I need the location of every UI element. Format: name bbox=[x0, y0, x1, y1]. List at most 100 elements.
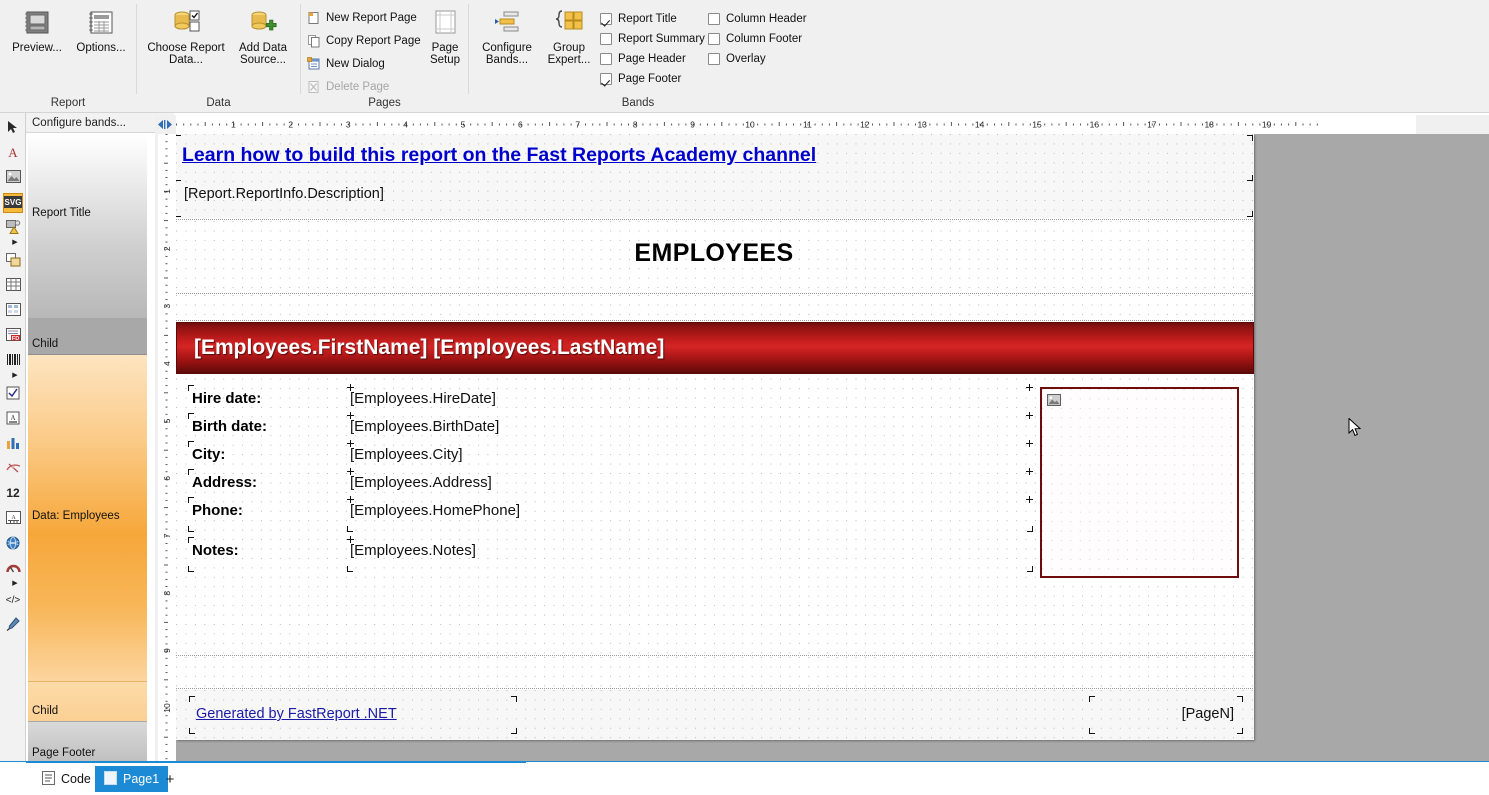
checkbox-report-summary[interactable]: Report Summary bbox=[600, 31, 705, 47]
field-label-address[interactable]: Address: bbox=[188, 469, 342, 498]
report-title-checkbox-box[interactable] bbox=[600, 13, 612, 25]
group-expert-button[interactable]: Group Expert... bbox=[542, 4, 596, 66]
field-value-phone[interactable]: [Employees.HomePhone] bbox=[347, 496, 1033, 532]
subreport-tool[interactable] bbox=[3, 251, 23, 271]
checkbox-column-header[interactable]: Column Header bbox=[708, 11, 807, 27]
academy-link-text[interactable]: Learn how to build this report on the Fa… bbox=[182, 144, 816, 167]
footer-link-object[interactable]: Generated by FastReport .NET bbox=[189, 696, 517, 734]
band-report-title[interactable]: Report Title bbox=[28, 133, 147, 318]
tab-page1[interactable]: Page1 bbox=[95, 766, 169, 792]
new-report-page-button[interactable]: New Report Page bbox=[307, 9, 417, 26]
field-label-city[interactable]: City: bbox=[188, 441, 342, 470]
checkbox-icon bbox=[6, 386, 20, 403]
gauge-tool-dropdown[interactable]: ▶ bbox=[11, 580, 19, 588]
ribbon-group-data-caption: Data bbox=[206, 97, 231, 109]
barcode-tool-dropdown[interactable]: ▶ bbox=[11, 372, 19, 380]
configure-bands-button[interactable]: Configure Bands... bbox=[476, 4, 538, 66]
footer-page-number-object[interactable]: [PageN] bbox=[1089, 696, 1243, 734]
barcode-icon bbox=[6, 353, 21, 369]
band-page-footer[interactable]: Page Footer bbox=[28, 721, 147, 763]
add-data-source-button[interactable]: Add Data Source... bbox=[232, 4, 294, 66]
canvas-band-page-footer[interactable]: Generated by FastReport .NET [PageN] bbox=[176, 690, 1254, 740]
canvas-band-child-spacer[interactable] bbox=[176, 657, 1254, 687]
field-value-address[interactable]: [Employees.Address] bbox=[347, 468, 1033, 498]
svg-tool[interactable]: SVG bbox=[3, 193, 23, 213]
field-label-phone[interactable]: Phone: bbox=[188, 497, 342, 532]
barcode-tool[interactable] bbox=[3, 351, 23, 371]
canvas-band-child-title[interactable]: EMPLOYEES bbox=[176, 221, 1254, 292]
shape-tool-dropdown[interactable]: ▶ bbox=[11, 239, 19, 247]
svg-text:1: 1 bbox=[162, 189, 172, 194]
checkbox-page-footer[interactable]: Page Footer bbox=[600, 71, 681, 87]
picture-tool[interactable] bbox=[3, 168, 23, 188]
checkbox-tool[interactable] bbox=[3, 384, 23, 404]
employee-name-band-object[interactable]: [Employees.FirstName] [Employees.LastNam… bbox=[176, 322, 1254, 374]
new-dialog-button[interactable]: New Dialog bbox=[307, 55, 385, 72]
digits-tool[interactable]: 12 bbox=[3, 484, 23, 504]
band-child-1[interactable]: Child bbox=[28, 318, 147, 355]
line-tool[interactable]: A bbox=[3, 409, 23, 429]
gauge-linear-tool[interactable] bbox=[3, 559, 23, 579]
field-label-hire-date[interactable]: Hire date: bbox=[188, 385, 342, 414]
copy-report-page-button[interactable]: Copy Report Page bbox=[307, 32, 421, 49]
tab-code[interactable]: Code bbox=[33, 766, 100, 792]
checkbox-report-title[interactable]: Report Title bbox=[600, 11, 677, 27]
band-child-2[interactable]: Child bbox=[28, 681, 147, 721]
canvas-band-data-employees[interactable]: [Employees.FirstName] [Employees.LastNam… bbox=[176, 322, 1254, 654]
matrix-icon bbox=[5, 303, 21, 319]
overlay-checkbox-box[interactable] bbox=[708, 53, 720, 65]
ribbon-toolbar: Preview... Options... Report Choose Repo… bbox=[0, 0, 1489, 113]
design-workspace[interactable]: Learn how to build this report on the Fa… bbox=[176, 134, 1489, 761]
configure-bands-link[interactable]: Configure bands... bbox=[26, 117, 126, 129]
page-header-checkbox-box[interactable] bbox=[600, 53, 612, 65]
zipcode-tool[interactable]: A bbox=[3, 509, 23, 529]
field-value-birth-date-text: [Employees.BirthDate] bbox=[350, 418, 500, 435]
checkbox-overlay[interactable]: Overlay bbox=[708, 51, 766, 67]
field-label-notes[interactable]: Notes: bbox=[188, 537, 342, 572]
add-page-tab-button[interactable]: + bbox=[160, 766, 180, 792]
preview-button[interactable]: Preview... bbox=[8, 4, 66, 54]
academy-link-object[interactable]: Learn how to build this report on the Fa… bbox=[176, 135, 1253, 181]
field-label-birth-date[interactable]: Birth date: bbox=[188, 413, 342, 442]
employee-photo-placeholder[interactable] bbox=[1040, 387, 1239, 578]
vertical-ruler[interactable]: 1 2 3 4 5 6 7 8 9 10 bbox=[155, 134, 176, 761]
canvas-band-report-title[interactable]: Learn how to build this report on the Fa… bbox=[176, 134, 1254, 218]
choose-report-data-button[interactable]: Choose Report Data... bbox=[144, 4, 228, 66]
gauge-tool[interactable] bbox=[3, 459, 23, 479]
delete-page-button[interactable]: Delete Page bbox=[307, 78, 389, 95]
text-tool[interactable]: A bbox=[3, 143, 23, 163]
shape-tool[interactable] bbox=[3, 218, 23, 238]
ruler-collapse-icon[interactable] bbox=[155, 118, 175, 131]
html-tool[interactable]: </> bbox=[3, 590, 23, 610]
horizontal-ruler[interactable]: 1 2 3 4 5 6 7 8 9 10 11 12 13 14 15 16 17 18 19 bbox=[155, 115, 1489, 134]
band-data-employees[interactable]: Data: Employees bbox=[28, 355, 147, 681]
select-pointer-tool[interactable] bbox=[3, 118, 23, 138]
report-page-canvas[interactable]: Learn how to build this report on the Fa… bbox=[176, 134, 1254, 740]
footer-link-text[interactable]: Generated by FastReport .NET bbox=[196, 706, 397, 722]
field-value-city[interactable]: [Employees.City] bbox=[347, 440, 1033, 470]
field-value-birth-date[interactable]: [Employees.BirthDate] bbox=[347, 412, 1033, 442]
checkbox-report-summary-label: Report Summary bbox=[618, 33, 705, 45]
table-tool[interactable] bbox=[3, 276, 23, 296]
gauge-icon bbox=[5, 461, 21, 477]
chart-tool[interactable] bbox=[3, 434, 23, 454]
report-summary-checkbox-box[interactable] bbox=[600, 33, 612, 45]
preview-icon bbox=[21, 7, 53, 39]
options-button[interactable]: Options... bbox=[72, 4, 130, 54]
matrix-tool[interactable] bbox=[3, 301, 23, 321]
report-description-object[interactable]: [Report.ReportInfo.Description] bbox=[176, 178, 1253, 217]
map-tool[interactable] bbox=[3, 534, 23, 554]
column-header-checkbox-box[interactable] bbox=[708, 13, 720, 25]
employees-heading-object[interactable]: EMPLOYEES bbox=[178, 233, 1250, 275]
rich-text-tool[interactable]: FD bbox=[3, 326, 23, 346]
page-footer-checkbox-box[interactable] bbox=[600, 73, 612, 85]
field-value-notes[interactable]: [Employees.Notes] bbox=[347, 536, 1033, 572]
format-painter-tool[interactable] bbox=[3, 615, 23, 635]
checkbox-page-header[interactable]: Page Header bbox=[600, 51, 686, 67]
checkbox-column-footer[interactable]: Column Footer bbox=[708, 31, 802, 47]
column-footer-checkbox-box[interactable] bbox=[708, 33, 720, 45]
field-value-hire-date[interactable]: [Employees.HireDate] bbox=[347, 384, 1033, 414]
page-setup-button[interactable]: Page Setup bbox=[423, 4, 467, 66]
canvas-band-gap[interactable] bbox=[176, 295, 1254, 319]
svg-text:17: 17 bbox=[1147, 120, 1157, 130]
